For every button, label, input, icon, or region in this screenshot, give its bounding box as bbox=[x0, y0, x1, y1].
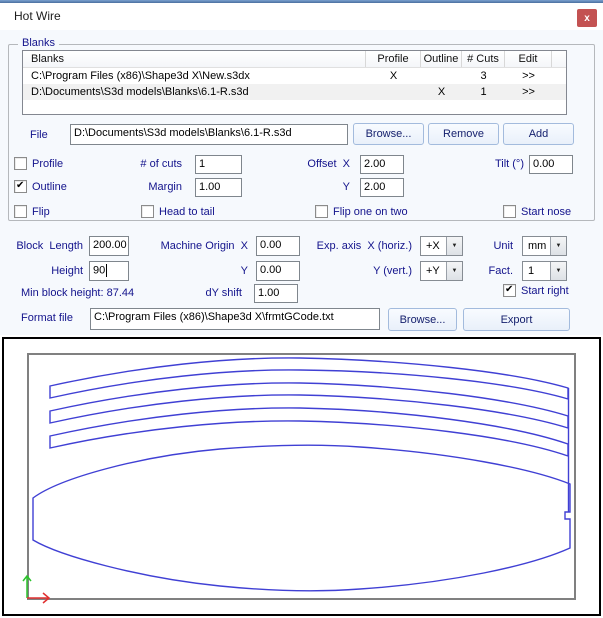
cell-path[interactable]: C:\Program Files (x86)\Shape3d X\New.s3d… bbox=[23, 68, 366, 84]
flip-one-on-two-label: Flip one on two bbox=[333, 206, 408, 218]
view-frame bbox=[3, 338, 600, 615]
flip-checkbox[interactable] bbox=[14, 205, 27, 218]
remove-button[interactable]: Remove bbox=[428, 123, 499, 145]
profile-checkbox[interactable] bbox=[14, 157, 27, 170]
cell-edit-link[interactable]: >> bbox=[505, 84, 552, 100]
hot-wire-dialog: Hot Wire x Blanks Blanks Profile Outline… bbox=[0, 0, 603, 618]
header-outline[interactable]: Outline bbox=[421, 51, 462, 67]
export-button[interactable]: Export bbox=[463, 308, 570, 331]
start-right-checkbox[interactable] bbox=[503, 284, 516, 297]
blanks-table[interactable]: Blanks Profile Outline # Cuts Edit C:\Pr… bbox=[22, 50, 567, 115]
add-button[interactable]: Add bbox=[503, 123, 574, 145]
block-height-value: 90 bbox=[93, 264, 105, 276]
chevron-down-icon[interactable]: ▼ bbox=[446, 237, 462, 255]
block-length-label: Block Length bbox=[10, 240, 83, 252]
min-block-height-text: Min block height: 87.44 bbox=[21, 287, 134, 299]
close-icon: x bbox=[584, 13, 590, 24]
format-file-input[interactable]: C:\Program Files (x86)\Shape3d X\frmtGCo… bbox=[90, 308, 380, 330]
unit-label: Unit bbox=[470, 240, 513, 252]
y-vert-label: Y (vert.) bbox=[290, 265, 412, 277]
offset-x-label: Offset X bbox=[260, 158, 350, 170]
head-to-tail-checkbox[interactable] bbox=[141, 205, 154, 218]
unit-dropdown[interactable]: mm ▼ bbox=[522, 236, 567, 256]
cell-path[interactable]: D:\Documents\S3d models\Blanks\6.1-R.s3d bbox=[23, 84, 366, 100]
file-label: File bbox=[30, 129, 48, 141]
cell-cuts[interactable]: 3 bbox=[462, 68, 505, 84]
fact-dropdown[interactable]: 1 ▼ bbox=[522, 261, 567, 281]
dy-shift-input[interactable]: 1.00 bbox=[254, 284, 298, 303]
axis-y-value: +Y bbox=[421, 265, 446, 277]
dy-shift-label: dY shift bbox=[180, 287, 242, 299]
browse-format-button[interactable]: Browse... bbox=[388, 308, 457, 331]
fact-value: 1 bbox=[523, 265, 550, 277]
cut-preview-canvas[interactable] bbox=[0, 335, 603, 618]
header-profile[interactable]: Profile bbox=[366, 51, 421, 67]
machine-origin-y-label: Y bbox=[140, 265, 248, 277]
start-nose-checkbox[interactable] bbox=[503, 205, 516, 218]
cell-profile[interactable] bbox=[366, 84, 421, 100]
flip-one-on-two-checkbox[interactable] bbox=[315, 205, 328, 218]
axis-x-value: +X bbox=[421, 240, 446, 252]
tilt-input[interactable]: 0.00 bbox=[529, 155, 573, 174]
close-button[interactable]: x bbox=[577, 9, 597, 27]
num-cuts-label: # of cuts bbox=[95, 158, 182, 170]
header-edit[interactable]: Edit bbox=[505, 51, 552, 67]
header-cuts[interactable]: # Cuts bbox=[462, 51, 505, 67]
exp-axis-x-label: Exp. axis X (horiz.) bbox=[290, 240, 412, 252]
offset-x-input[interactable]: 2.00 bbox=[360, 155, 404, 174]
text-caret bbox=[106, 264, 107, 277]
chevron-down-icon[interactable]: ▼ bbox=[550, 237, 566, 255]
table-row[interactable]: D:\Documents\S3d models\Blanks\6.1-R.s3d… bbox=[23, 84, 566, 100]
cell-cuts[interactable]: 1 bbox=[462, 84, 505, 100]
margin-input[interactable]: 1.00 bbox=[195, 178, 242, 197]
cell-profile[interactable]: X bbox=[366, 68, 421, 84]
window-title: Hot Wire bbox=[14, 9, 61, 23]
axis-x-dropdown[interactable]: +X ▼ bbox=[420, 236, 463, 256]
flip-label: Flip bbox=[32, 206, 50, 218]
block-length-input[interactable]: 200.00 bbox=[89, 236, 129, 256]
browse-file-button[interactable]: Browse... bbox=[353, 123, 424, 145]
start-nose-label: Start nose bbox=[521, 206, 571, 218]
tilt-label: Tilt (°) bbox=[440, 158, 524, 170]
outline-checkbox-label: Outline bbox=[32, 181, 67, 193]
title-bar[interactable]: Hot Wire x bbox=[0, 3, 603, 30]
margin-label: Margin bbox=[95, 181, 182, 193]
block-height-input[interactable]: 90 bbox=[89, 261, 129, 281]
chevron-down-icon[interactable]: ▼ bbox=[550, 262, 566, 280]
table-row[interactable]: C:\Program Files (x86)\Shape3d X\New.s3d… bbox=[23, 68, 566, 84]
blanks-group-label: Blanks bbox=[18, 37, 59, 49]
start-right-label: Start right bbox=[521, 285, 569, 297]
profile-checkbox-label: Profile bbox=[32, 158, 63, 170]
header-blanks[interactable]: Blanks bbox=[23, 51, 366, 67]
cell-outline[interactable]: X bbox=[421, 84, 462, 100]
chevron-down-icon[interactable]: ▼ bbox=[446, 262, 462, 280]
header-spacer bbox=[552, 51, 566, 67]
axis-y-dropdown[interactable]: +Y ▼ bbox=[420, 261, 463, 281]
unit-value: mm bbox=[523, 240, 550, 252]
offset-y-label: Y bbox=[260, 181, 350, 193]
offset-y-input[interactable]: 2.00 bbox=[360, 178, 404, 197]
block-height-label: Height bbox=[10, 265, 83, 277]
blanks-table-header: Blanks Profile Outline # Cuts Edit bbox=[23, 51, 566, 68]
outline-checkbox[interactable] bbox=[14, 180, 27, 193]
cell-edit-link[interactable]: >> bbox=[505, 68, 552, 84]
format-file-label: Format file bbox=[21, 312, 73, 324]
dialog-body: Blanks Blanks Profile Outline # Cuts Edi… bbox=[0, 30, 603, 335]
fact-label: Fact. bbox=[470, 265, 513, 277]
machine-origin-x-label: Machine Origin X bbox=[140, 240, 248, 252]
num-cuts-input[interactable]: 1 bbox=[195, 155, 242, 174]
file-path-input[interactable]: D:\Documents\S3d models\Blanks\6.1-R.s3d bbox=[70, 124, 348, 145]
cell-outline[interactable] bbox=[421, 68, 462, 84]
head-to-tail-label: Head to tail bbox=[159, 206, 215, 218]
